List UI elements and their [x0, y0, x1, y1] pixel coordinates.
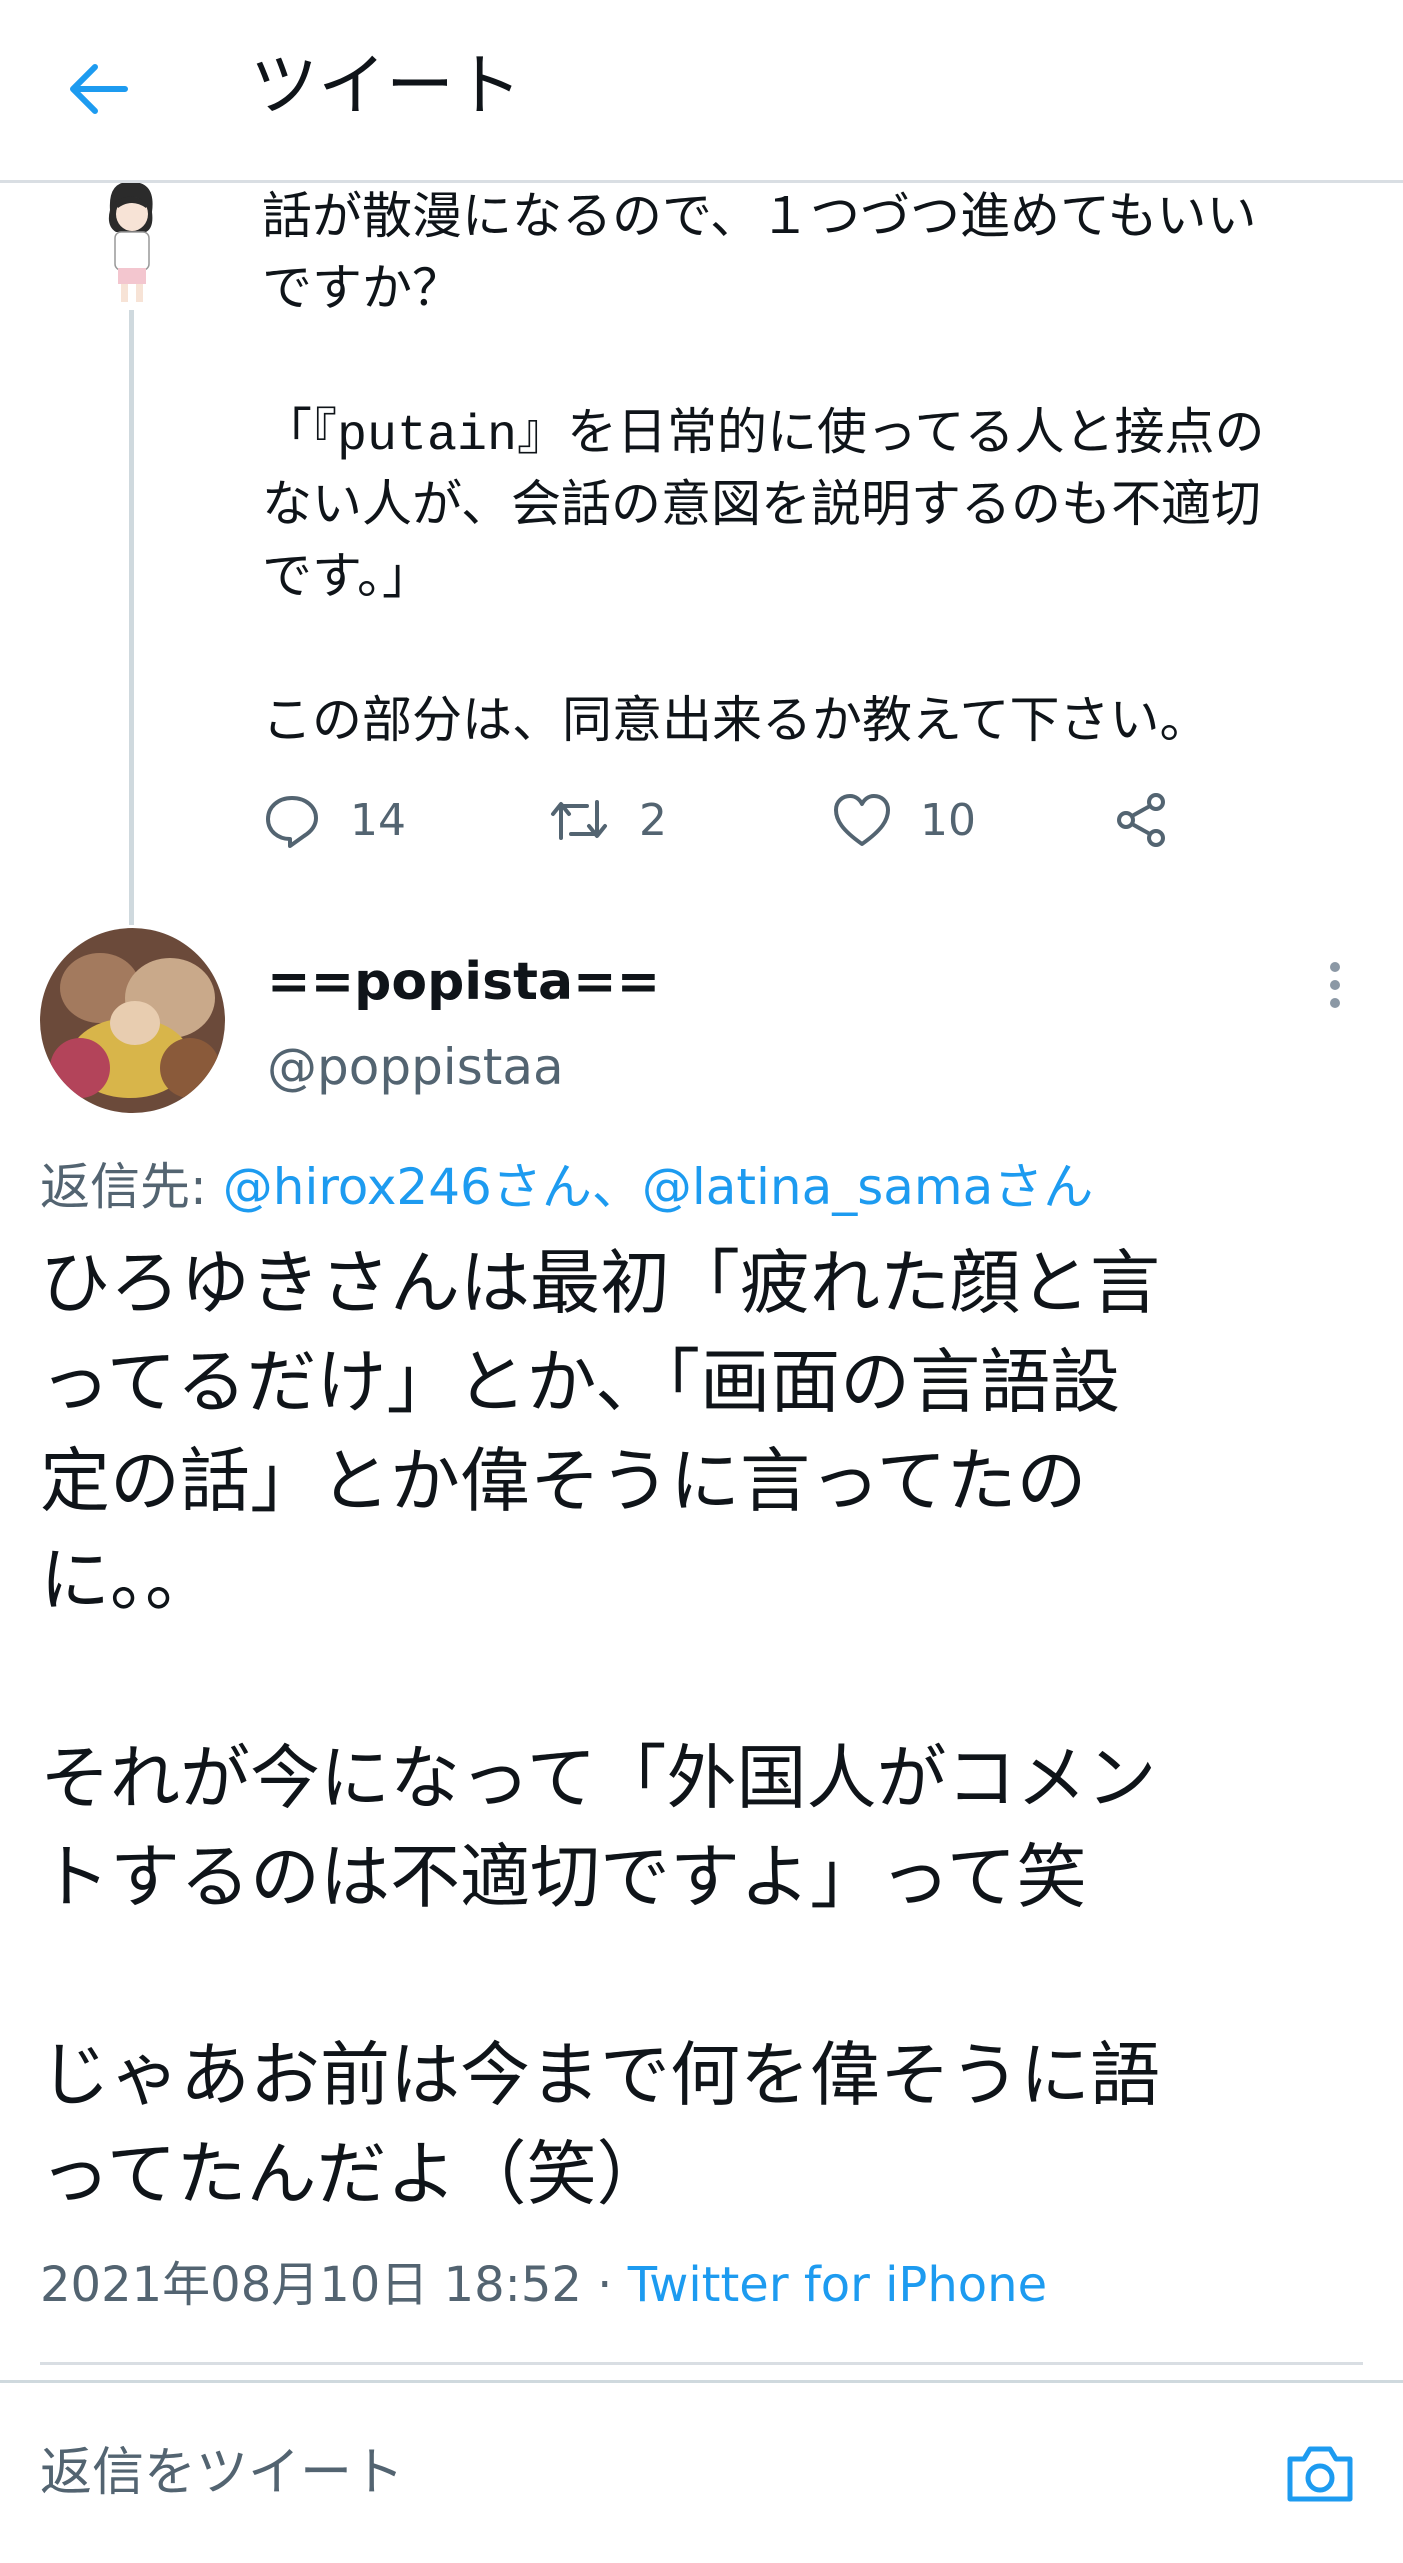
vertical-dots-icon [1330, 962, 1340, 1008]
parent-tweet-avatar[interactable] [80, 170, 180, 310]
reply-mentions[interactable]: @hirox246さん、@latina_samaさん [223, 1158, 1094, 1216]
reply-prefix: 返信先: [40, 1158, 223, 1216]
heart-icon [834, 794, 890, 846]
author-handle[interactable]: @poppistaa [267, 1035, 564, 1099]
parent-tweet-actions: 14 2 10 [262, 780, 1222, 860]
parent-tweet-text: 話が散漫になるので、１つづつ進めてもいい ですか？ 「『putain』を日常的に… [262, 192, 1265, 753]
share-button[interactable] [1112, 780, 1172, 860]
page-title: ツイート [250, 47, 523, 126]
back-button[interactable] [52, 44, 142, 134]
camera-icon [1287, 2446, 1353, 2502]
reply-context: 返信先: @hirox246さん、@latina_samaさん [40, 1152, 1093, 1222]
tweet-source[interactable]: Twitter for iPhone [628, 2257, 1047, 2313]
thread-connector [129, 310, 134, 925]
top-bar: ツイート [0, 0, 1403, 183]
character-illustration [88, 170, 172, 302]
tweet-metadata: 2021年08月10日 18:52 · Twitter for iPhone [40, 2250, 1047, 2320]
more-options-button[interactable] [1310, 950, 1360, 1020]
camera-button[interactable] [1280, 2433, 1360, 2513]
retweet-button[interactable]: 2 [547, 780, 667, 860]
reply-count: 14 [350, 794, 406, 846]
reply-composer: 返信をツイート [0, 2380, 1403, 2563]
author-display-name[interactable]: ==popista== [267, 950, 660, 1014]
retweet-icon [551, 800, 607, 840]
divider [40, 2362, 1363, 2365]
tweet-timestamp[interactable]: 2021年08月10日 18:52 · [40, 2257, 628, 2313]
share-icon [1117, 793, 1165, 847]
tweet-text: ひろゆきさんは最初「疲れた顔と言 ってるだけ」とか、「画面の言語設 定の話」とか… [40, 1250, 1160, 2220]
like-count: 10 [920, 794, 976, 846]
arrow-left-icon [70, 64, 128, 114]
like-button[interactable]: 10 [832, 780, 976, 860]
reply-button[interactable]: 14 [262, 780, 406, 860]
avatar-photo [40, 928, 225, 1113]
reply-icon [266, 796, 318, 848]
author-avatar[interactable] [40, 928, 225, 1113]
reply-input[interactable]: 返信をツイート [40, 2438, 404, 2508]
retweet-count: 2 [639, 794, 667, 846]
